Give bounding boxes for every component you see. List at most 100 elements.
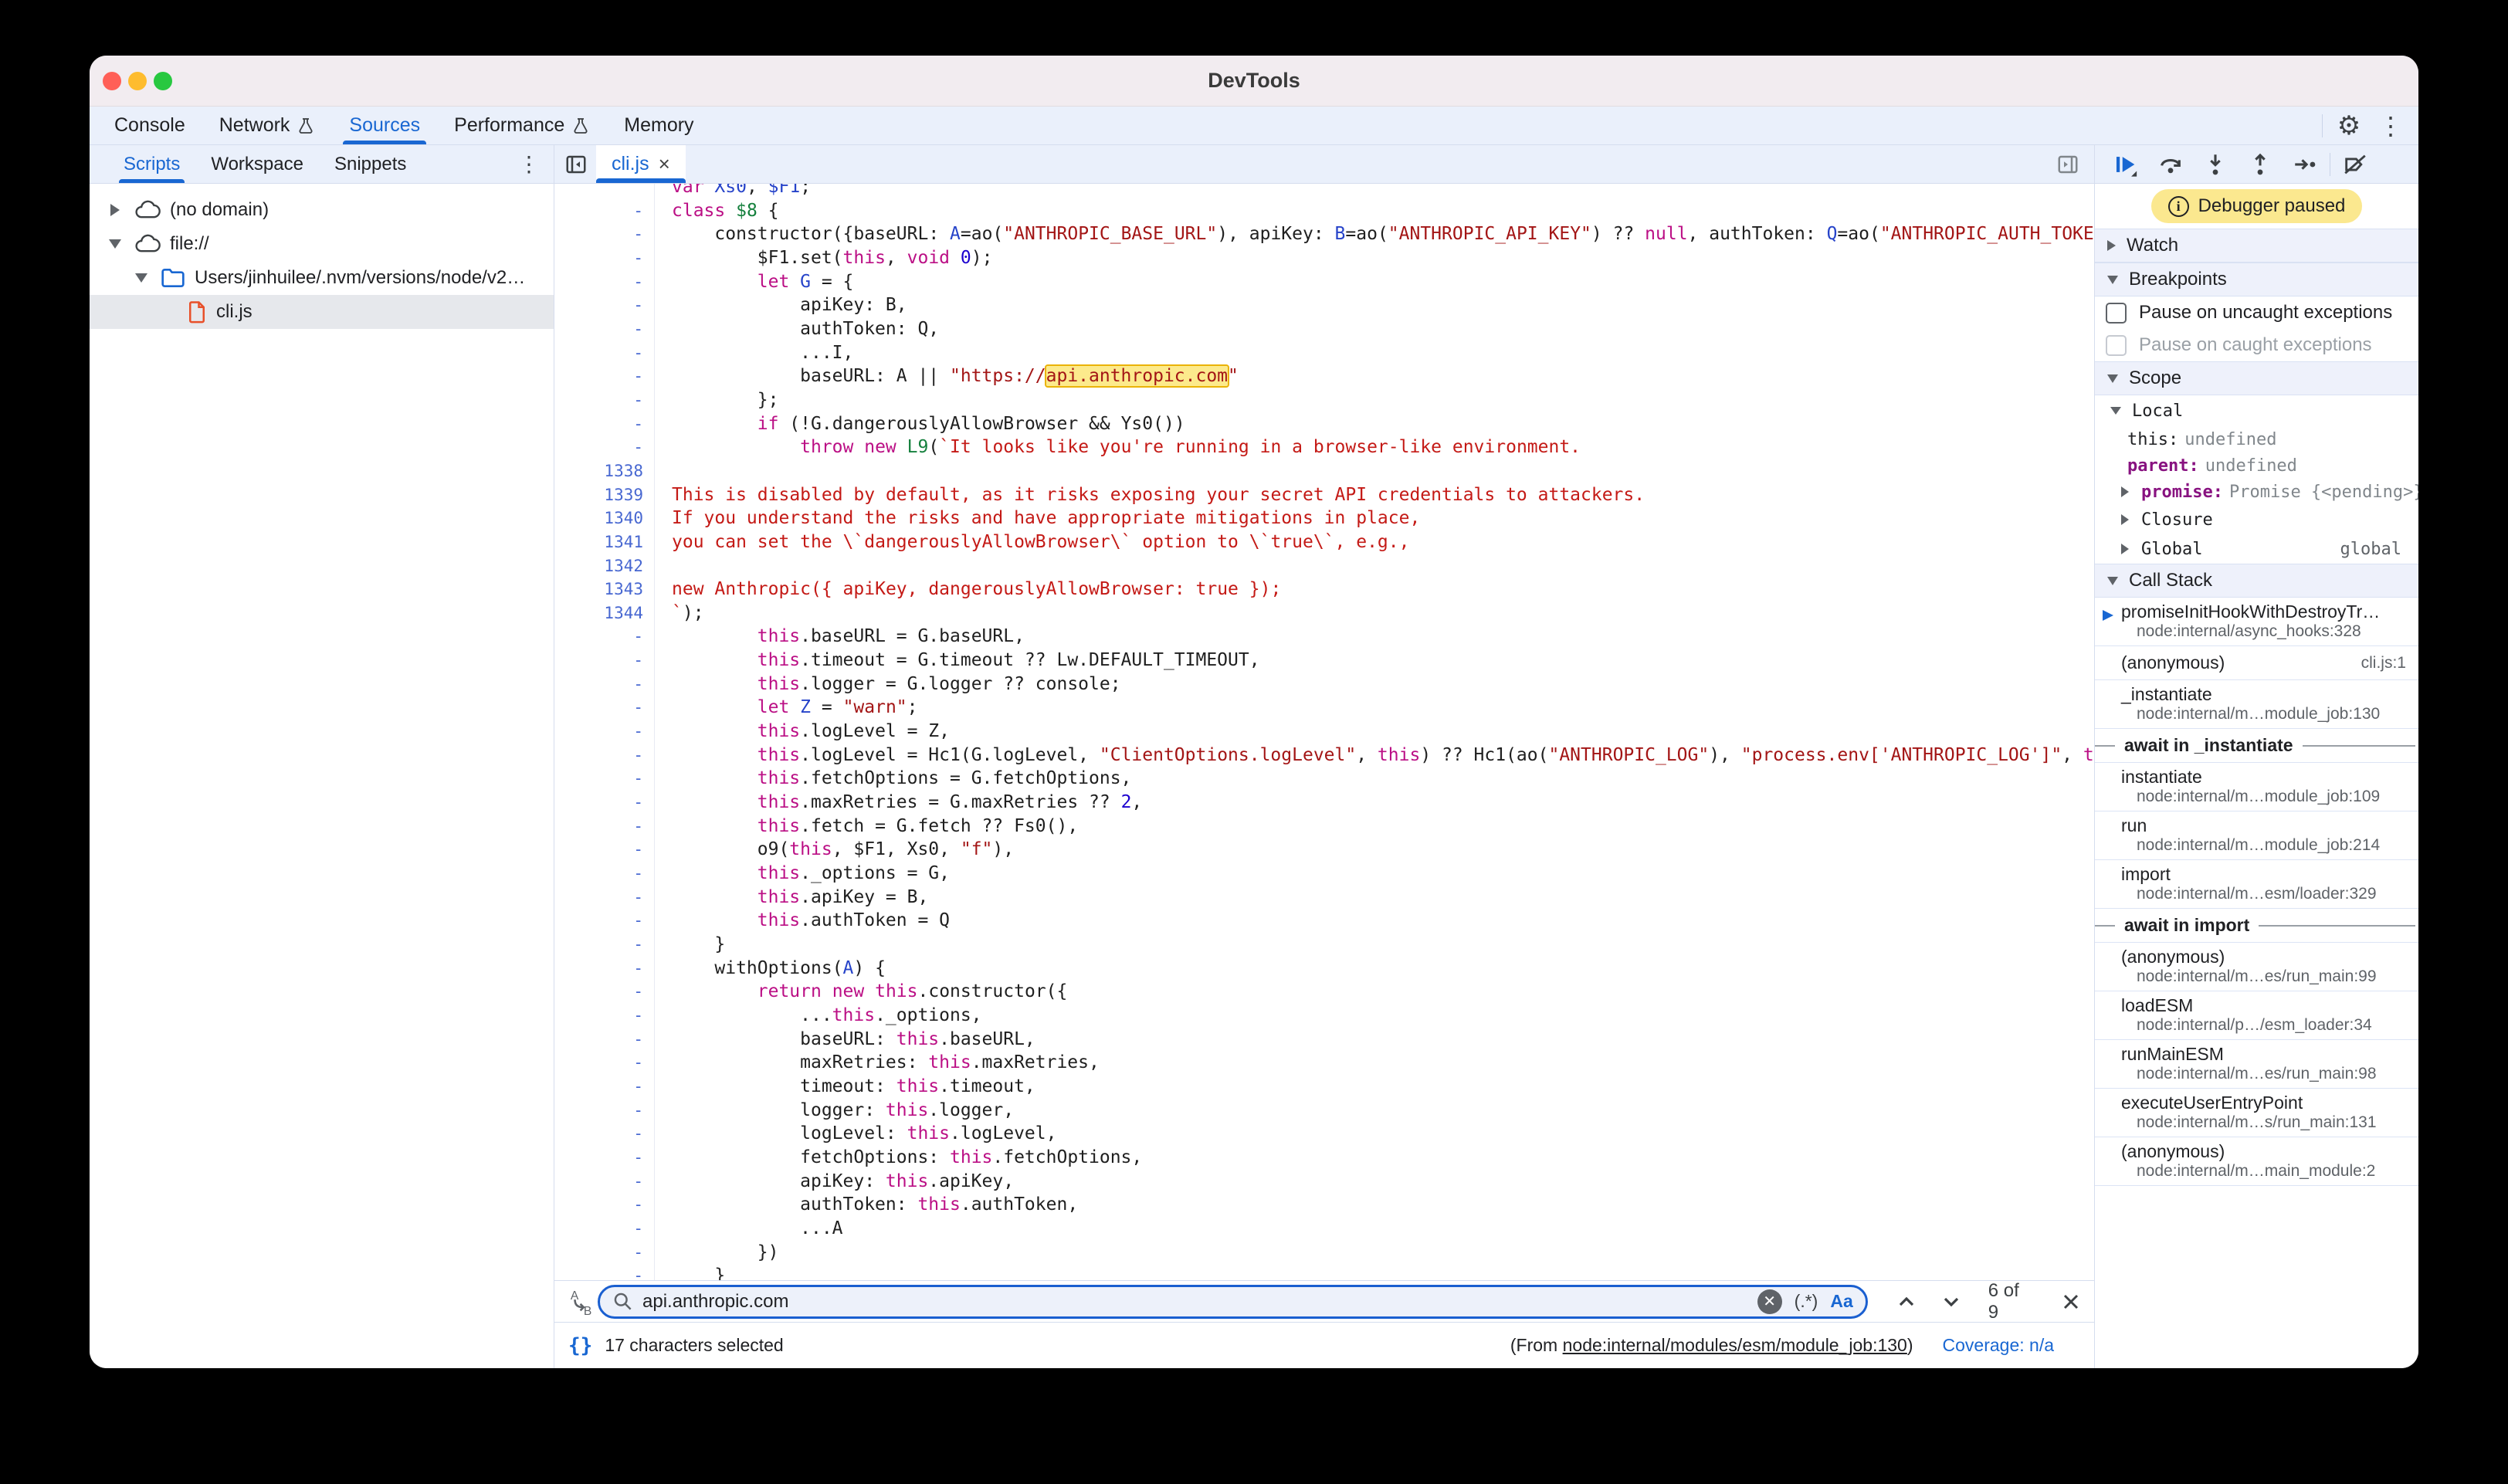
call-stack-frame[interactable]: loadESMnode:internal/p…/esm_loader:34: [2095, 991, 2418, 1040]
checkbox[interactable]: [2106, 303, 2127, 324]
gutter-line-number[interactable]: -: [554, 815, 655, 839]
gutter-line-number[interactable]: 1344: [554, 601, 655, 625]
gutter-line-number[interactable]: -: [554, 199, 655, 223]
gutter-line-number[interactable]: -: [554, 270, 655, 294]
section-watch[interactable]: Watch: [2095, 229, 2418, 263]
section-breakpoints[interactable]: Breakpoints: [2095, 263, 2418, 296]
call-stack-frame[interactable]: (anonymous)node:internal/m…es/run_main:9…: [2095, 943, 2418, 991]
tree-item-file-[interactable]: file://: [90, 227, 554, 261]
gutter-line-number[interactable]: -: [554, 767, 655, 791]
navigator-tab-scripts[interactable]: Scripts: [108, 145, 195, 183]
gutter-line-number[interactable]: -: [554, 791, 655, 815]
gutter-line-number[interactable]: -: [554, 1122, 655, 1146]
gutter-line-number[interactable]: -: [554, 293, 655, 317]
gutter-line-number[interactable]: -: [554, 341, 655, 365]
deactivate-breakpoints-icon[interactable]: [2335, 147, 2375, 181]
file-tab-clijs[interactable]: cli.js ×: [596, 145, 686, 183]
pretty-print-icon[interactable]: {}: [568, 1334, 592, 1357]
call-stack-frame[interactable]: runnode:internal/m…module_job:214: [2095, 811, 2418, 860]
scope-entry-local[interactable]: Local: [2095, 395, 2418, 426]
call-stack-frame[interactable]: executeUserEntryPointnode:internal/m…s/r…: [2095, 1089, 2418, 1137]
call-stack-frame[interactable]: _instantiatenode:internal/m…module_job:1…: [2095, 680, 2418, 729]
gutter-line-number[interactable]: -: [554, 909, 655, 933]
gutter-line-number[interactable]: -: [554, 1170, 655, 1194]
step-icon[interactable]: [2285, 147, 2325, 181]
step-into-icon[interactable]: [2195, 147, 2235, 181]
gutter-line-number[interactable]: -: [554, 980, 655, 1004]
tree-item--no-domain-[interactable]: (no domain): [90, 193, 554, 227]
gutter-line-number[interactable]: 1341: [554, 530, 655, 554]
gutter-line-number[interactable]: -: [554, 1075, 655, 1099]
checkbox[interactable]: [2106, 335, 2127, 356]
gutter-line-number[interactable]: -: [554, 1146, 655, 1170]
tree-item-cli-js[interactable]: cli.js: [90, 295, 554, 329]
scope-entry-closure[interactable]: Closure: [2095, 505, 2418, 534]
code-editor[interactable]: var Xs0, $F1;-class $8 {-constructor({ba…: [554, 184, 2094, 1280]
navigator-more-icon[interactable]: ⋮: [518, 145, 554, 183]
gutter-line-number[interactable]: 1343: [554, 578, 655, 601]
dock-panel-icon[interactable]: [2052, 149, 2083, 180]
search-input[interactable]: api.anthropic.com ✕ (.*) Aa: [598, 1285, 1868, 1319]
gutter-line-number[interactable]: 1340: [554, 507, 655, 530]
gutter-line-number[interactable]: -: [554, 933, 655, 957]
call-stack-frame[interactable]: importnode:internal/m…esm/loader:329: [2095, 860, 2418, 909]
gutter-line-number[interactable]: -: [554, 838, 655, 862]
gutter-line-number[interactable]: -: [554, 317, 655, 341]
tab-console[interactable]: Console: [97, 107, 202, 144]
gutter-line-number[interactable]: -: [554, 364, 655, 388]
gutter-line-number[interactable]: -: [554, 1004, 655, 1028]
navigator-tab-workspace[interactable]: Workspace: [195, 145, 319, 183]
match-case-toggle[interactable]: Aa: [1830, 1291, 1852, 1312]
maximize-window-button[interactable]: [154, 72, 172, 90]
call-stack-frame[interactable]: promiseInitHookWithDestroyTr…node:intern…: [2095, 598, 2418, 646]
disclosure-expanded-icon[interactable]: [131, 273, 151, 283]
settings-gear-icon[interactable]: ⚙: [2333, 110, 2364, 141]
gutter-line-number[interactable]: -: [554, 1193, 655, 1217]
more-options-icon[interactable]: ⋮: [2375, 110, 2406, 141]
call-stack-frame[interactable]: instantiatenode:internal/m…module_job:10…: [2095, 763, 2418, 811]
navigator-tab-snippets[interactable]: Snippets: [319, 145, 422, 183]
gutter-line-number[interactable]: -: [554, 246, 655, 270]
close-window-button[interactable]: [103, 72, 121, 90]
tab-memory[interactable]: Memory: [607, 107, 710, 144]
resume-script-icon[interactable]: [2106, 147, 2146, 181]
gutter-line-number[interactable]: -: [554, 720, 655, 744]
gutter-line-number[interactable]: -: [554, 1264, 655, 1280]
gutter-line-number[interactable]: -: [554, 412, 655, 436]
gutter-line-number[interactable]: -: [554, 1051, 655, 1075]
section-scope[interactable]: Scope: [2095, 361, 2418, 395]
gutter-line-number[interactable]: -: [554, 625, 655, 649]
gutter-line-number[interactable]: [554, 184, 655, 199]
tab-sources[interactable]: Sources: [332, 107, 437, 144]
tab-network[interactable]: Network: [202, 107, 333, 144]
clear-search-icon[interactable]: ✕: [1757, 1289, 1782, 1314]
step-over-icon[interactable]: [2150, 147, 2191, 181]
gutter-line-number[interactable]: -: [554, 744, 655, 767]
minimize-window-button[interactable]: [128, 72, 147, 90]
step-out-icon[interactable]: [2240, 147, 2280, 181]
disclosure-collapsed-icon[interactable]: [2115, 514, 2135, 525]
tab-performance[interactable]: Performance: [437, 107, 607, 144]
gutter-line-number[interactable]: -: [554, 862, 655, 886]
coverage-link[interactable]: Coverage: n/a: [1943, 1335, 2054, 1356]
gutter-line-number[interactable]: 1338: [554, 459, 655, 483]
gutter-line-number[interactable]: -: [554, 1099, 655, 1123]
gutter-line-number[interactable]: 1342: [554, 554, 655, 578]
disclosure-collapsed-icon[interactable]: [105, 204, 125, 216]
previous-match-icon[interactable]: [1894, 1289, 1919, 1314]
gutter-line-number[interactable]: -: [554, 957, 655, 981]
scope-entry-promise[interactable]: promise:Promise {<pending>}: [2095, 479, 2418, 505]
section-call-stack[interactable]: Call Stack: [2095, 564, 2418, 598]
gutter-line-number[interactable]: -: [554, 1217, 655, 1241]
gutter-line-number[interactable]: -: [554, 649, 655, 673]
gutter-line-number[interactable]: -: [554, 1028, 655, 1052]
file-tab-close-icon[interactable]: ×: [659, 152, 670, 176]
gutter-line-number[interactable]: 1339: [554, 483, 655, 507]
call-stack-frame[interactable]: runMainESMnode:internal/m…es/run_main:98: [2095, 1040, 2418, 1089]
scope-entry-global[interactable]: Globalglobal: [2095, 534, 2418, 564]
call-stack-frame[interactable]: (anonymous)cli.js:1: [2095, 646, 2418, 680]
gutter-line-number[interactable]: -: [554, 886, 655, 910]
next-match-icon[interactable]: [1939, 1289, 1964, 1314]
gutter-line-number[interactable]: -: [554, 222, 655, 246]
disclosure-expanded-icon[interactable]: [2106, 407, 2126, 415]
